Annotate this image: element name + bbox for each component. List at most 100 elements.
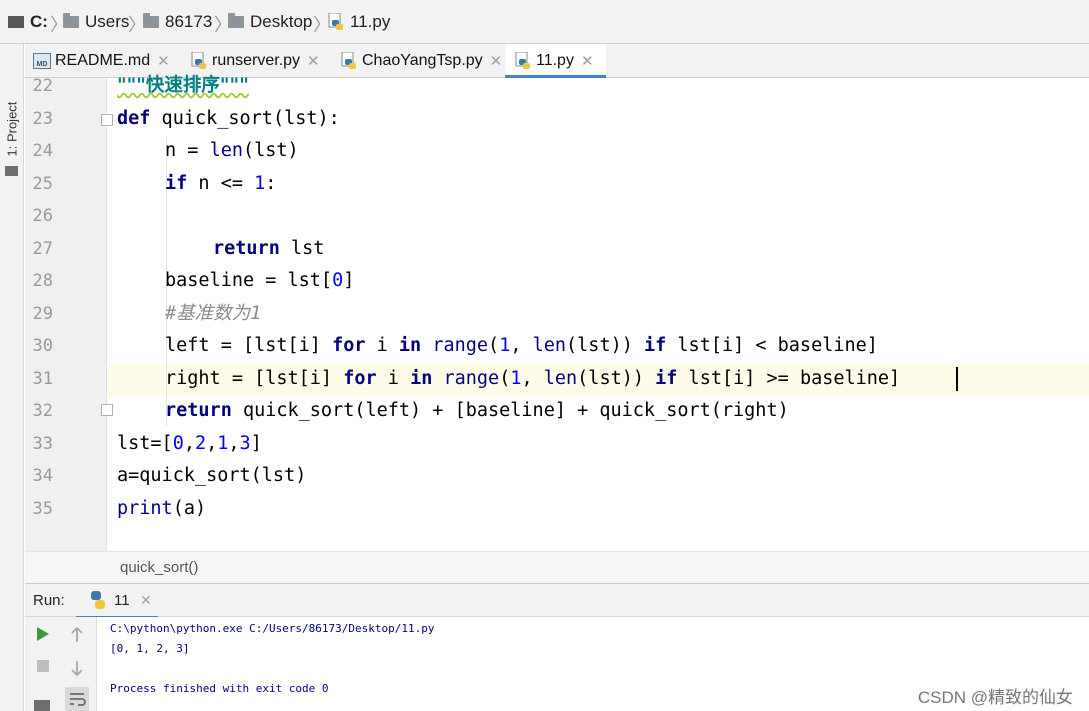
python-file-icon <box>341 51 357 70</box>
line-number: 27 <box>32 239 53 259</box>
markdown-file-icon: MD <box>33 53 51 69</box>
run-icon[interactable] <box>36 626 50 647</box>
code-line-31: right = [lst[i] for i in range(1, len(ls… <box>165 367 900 391</box>
code-text: lst[i] < baseline] <box>666 335 878 356</box>
code-text: baseline = lst[ <box>165 270 333 291</box>
code-text: quick_sort(lst): <box>150 108 340 129</box>
project-label: 1: Project <box>4 101 20 157</box>
code-line-22: """快速排序""" <box>117 74 249 98</box>
code-text: lst <box>279 238 325 259</box>
code-text: right = [lst[i] <box>165 368 344 389</box>
folder-icon <box>63 13 79 28</box>
crumb-drive[interactable]: C: <box>8 10 48 34</box>
builtin: range <box>443 368 500 389</box>
stop-icon[interactable] <box>36 659 50 678</box>
line-number: 28 <box>32 271 53 291</box>
tab-readme[interactable]: MD README.md ✕ <box>25 44 181 78</box>
code-line-23: def quick_sort(lst): <box>117 107 340 131</box>
number-literal: 0 <box>172 433 184 454</box>
function-crumb[interactable]: quick_sort() <box>120 559 198 576</box>
line-number: 24 <box>32 141 53 161</box>
python-file-icon <box>328 12 344 31</box>
crumb-desktop[interactable]: Desktop <box>228 10 312 34</box>
drive-icon <box>8 16 24 28</box>
folder-icon <box>143 13 159 28</box>
close-icon[interactable]: ✕ <box>490 52 503 70</box>
builtin: print <box>117 498 173 519</box>
run-config-tab[interactable]: 11 ✕ <box>76 584 158 619</box>
tab-11-py[interactable]: 11.py ✕ <box>505 44 606 78</box>
run-label: Run: <box>33 592 65 609</box>
code-text: ( <box>488 335 500 356</box>
crumb-users[interactable]: Users <box>63 10 129 34</box>
comment: #基准数为1 <box>165 303 262 324</box>
code-text: n <= <box>187 173 255 194</box>
up-arrow-icon[interactable] <box>69 626 85 649</box>
project-icon[interactable] <box>5 166 18 176</box>
code-line-32: return quick_sort(left) + [baseline] + q… <box>165 399 789 423</box>
crumb-label: 86173 <box>165 12 213 31</box>
line-number-gutter: 22 23 24 25 26 27 28 29 30 31 32 33 34 3… <box>25 76 107 551</box>
close-icon[interactable]: ✕ <box>581 52 594 70</box>
soft-wrap-icon[interactable] <box>65 687 89 711</box>
python-file-icon <box>515 51 531 70</box>
number-literal: 1 <box>217 433 229 454</box>
line-number: 25 <box>32 174 53 194</box>
crumb-label: Desktop <box>250 12 313 31</box>
line-number: 32 <box>32 401 53 421</box>
code-line-33: lst=[0,2,1,3] <box>117 432 262 456</box>
number-literal: 0 <box>332 270 344 291</box>
code-text: (lst)) <box>566 335 644 356</box>
line-number: 34 <box>32 466 53 486</box>
python-icon <box>88 590 108 615</box>
code-line-24: n = len(lst) <box>165 139 299 163</box>
crumb-label: C: <box>30 12 48 31</box>
builtin: len <box>543 368 578 389</box>
code-text: , <box>510 335 533 356</box>
console-line: [0, 1, 2, 3] <box>110 642 190 655</box>
run-toolbar <box>25 617 97 711</box>
code-text: a=quick_sort(lst) <box>117 465 307 486</box>
number-literal: 1 <box>254 173 266 194</box>
fold-marker-icon[interactable] <box>101 404 113 416</box>
keyword: def <box>117 108 151 129</box>
line-number: 29 <box>32 304 53 324</box>
code-text: ] <box>250 433 262 454</box>
number-literal: 1 <box>510 368 522 389</box>
fold-marker-icon[interactable] <box>101 114 113 126</box>
structure-breadcrumb: quick_sort() <box>25 551 1089 583</box>
crumb-86173[interactable]: 86173 <box>143 10 212 34</box>
line-number: 33 <box>32 434 53 454</box>
navigation-breadcrumb: C: 〉 Users 〉 86173 〉 Desktop 〉 11.py <box>0 0 1089 44</box>
code-line-34: a=quick_sort(lst) <box>117 464 306 488</box>
builtin: len <box>532 335 567 356</box>
tab-label: runserver.py <box>212 52 301 69</box>
layout-icon[interactable] <box>34 700 50 711</box>
project-tool-window-button[interactable]: 1: Project <box>3 94 21 164</box>
number-literal: 3 <box>239 433 251 454</box>
keyword: return <box>213 238 280 259</box>
keyword: in <box>398 335 422 356</box>
number-literal: 2 <box>194 433 207 454</box>
code-line-30: left = [lst[i] for i in range(1, len(lst… <box>165 334 878 358</box>
code-text: lst[i] >= baseline] <box>677 368 901 389</box>
down-arrow-icon[interactable] <box>69 659 85 682</box>
code-text: quick_sort(left) + [baseline] + quick_so… <box>231 400 789 421</box>
tab-label: ChaoYangTsp.py <box>362 52 483 69</box>
crumb-file[interactable]: 11.py <box>328 10 390 34</box>
close-icon[interactable]: ✕ <box>307 52 320 70</box>
tab-runserver[interactable]: runserver.py ✕ <box>181 44 331 78</box>
indent-guide <box>166 198 167 238</box>
close-icon[interactable]: ✕ <box>140 592 152 609</box>
close-icon[interactable]: ✕ <box>157 52 170 70</box>
tab-label: 11.py <box>536 52 574 69</box>
crumb-label: 11.py <box>350 12 391 31</box>
tab-chaoyangtsp[interactable]: ChaoYangTsp.py ✕ <box>331 44 505 78</box>
left-tool-strip: 1: Project <box>0 44 24 711</box>
code-text: ] <box>343 270 355 291</box>
keyword: if <box>655 368 678 389</box>
code-editor[interactable]: 22 23 24 25 26 27 28 29 30 31 32 33 34 3… <box>25 75 1089 551</box>
code-text: ( <box>499 368 511 389</box>
watermark: CSDN @精致的仙女 <box>917 688 1073 707</box>
